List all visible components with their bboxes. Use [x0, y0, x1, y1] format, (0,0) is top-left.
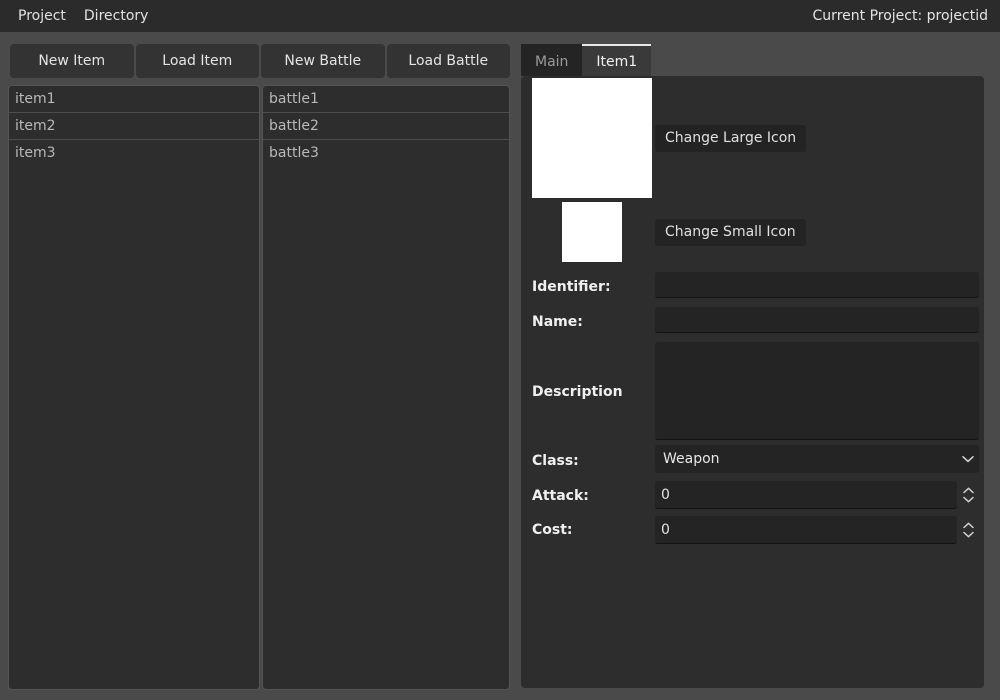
- attack-label: Attack:: [532, 488, 589, 504]
- chevron-up-icon: [962, 487, 974, 494]
- attack-input[interactable]: [655, 481, 957, 509]
- new-item-button[interactable]: New Item: [10, 44, 134, 78]
- cost-input[interactable]: [655, 516, 957, 544]
- new-battle-button[interactable]: New Battle: [261, 44, 385, 78]
- item-list-panel: item1 item2 item3: [8, 85, 260, 690]
- menu-item-project[interactable]: Project: [10, 4, 74, 28]
- identifier-label: Identifier:: [532, 279, 611, 295]
- load-item-button[interactable]: Load Item: [135, 44, 259, 78]
- name-label: Name:: [532, 314, 583, 330]
- list-item[interactable]: item1: [9, 86, 259, 113]
- change-large-icon-button[interactable]: Change Large Icon: [655, 125, 807, 152]
- tab-item1[interactable]: Item1: [582, 44, 652, 76]
- class-label: Class:: [532, 453, 579, 469]
- menu-item-directory[interactable]: Directory: [76, 4, 157, 28]
- identifier-input[interactable]: [655, 272, 979, 298]
- chevron-down-icon: [962, 531, 974, 538]
- item-editor-panel: Change Large Icon Change Small Icon Iden…: [521, 76, 984, 688]
- tab-main[interactable]: Main: [521, 44, 583, 76]
- load-battle-button[interactable]: Load Battle: [386, 44, 510, 78]
- name-input[interactable]: [655, 307, 979, 333]
- toolbar: New Item Load Item New Battle Load Battl…: [10, 44, 510, 78]
- list-item[interactable]: battle2: [263, 113, 509, 140]
- list-item[interactable]: battle1: [263, 86, 509, 113]
- editor-tab-widget: Main Item1 Change Large Icon Change Smal…: [521, 44, 984, 688]
- change-small-icon-button[interactable]: Change Small Icon: [655, 219, 806, 246]
- list-item[interactable]: battle3: [263, 140, 509, 167]
- battle-list-panel: battle1 battle2 battle3: [262, 85, 510, 690]
- description-label: Description: [532, 384, 623, 400]
- cost-stepper-arrows[interactable]: [957, 516, 979, 544]
- tab-bar: Main Item1: [521, 44, 652, 76]
- list-item[interactable]: item2: [9, 113, 259, 140]
- small-icon-preview: [562, 202, 622, 262]
- description-textarea[interactable]: [655, 342, 979, 440]
- class-select[interactable]: Weapon: [655, 445, 979, 473]
- current-project-label: Current Project: projectid: [812, 8, 988, 24]
- chevron-down-icon: [962, 496, 974, 503]
- cost-stepper: [655, 516, 979, 544]
- list-item[interactable]: item3: [9, 140, 259, 167]
- large-icon-preview: [532, 78, 652, 198]
- cost-label: Cost:: [532, 522, 573, 538]
- chevron-down-icon: [957, 445, 979, 473]
- attack-stepper-arrows[interactable]: [957, 481, 979, 509]
- class-select-value: Weapon: [663, 451, 720, 467]
- menu-bar: Project Directory Current Project: proje…: [0, 0, 1000, 32]
- chevron-up-icon: [962, 522, 974, 529]
- attack-stepper: [655, 481, 979, 509]
